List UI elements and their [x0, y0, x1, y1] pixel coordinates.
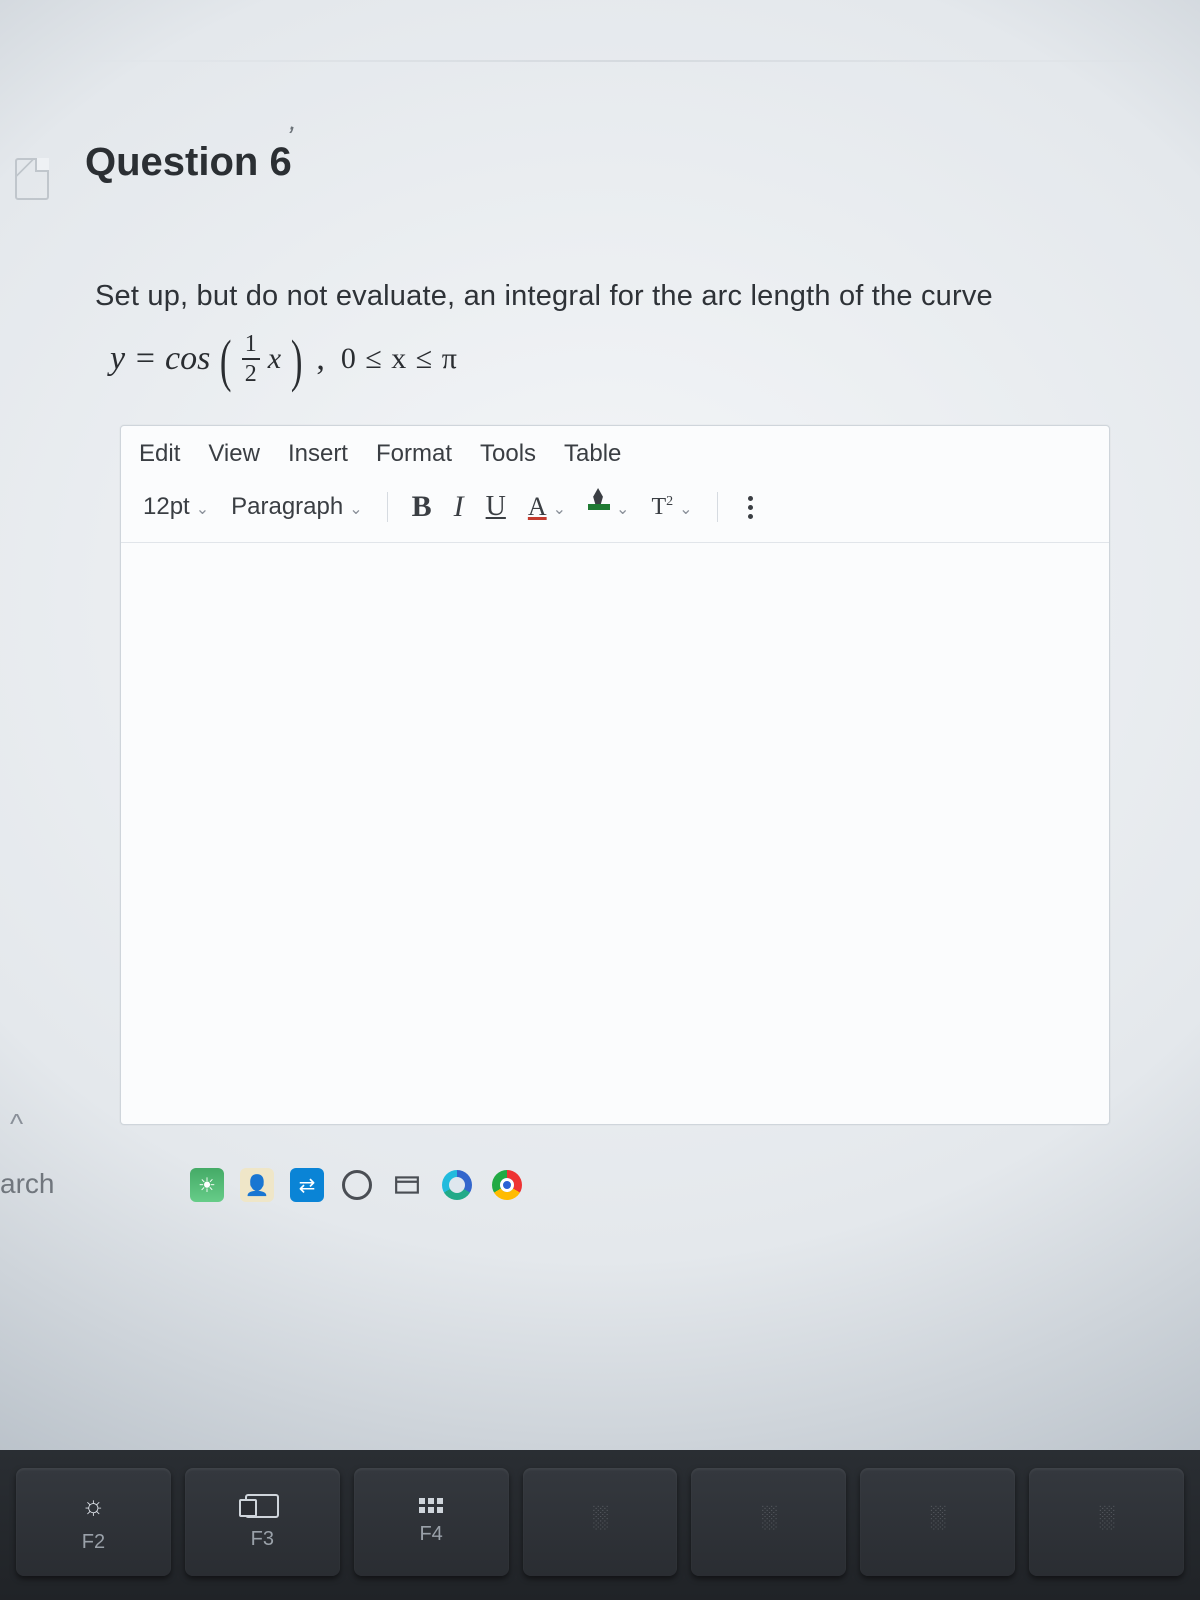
key-f8: ░ — [1029, 1468, 1184, 1576]
rich-text-editor: Edit View Insert Format Tools Table 12pt… — [120, 425, 1110, 1125]
font-size-label: 12pt — [143, 493, 190, 521]
text-color-icon: A — [528, 492, 547, 522]
toolbar-separator — [387, 492, 388, 522]
question-title: Question 6 — [85, 140, 292, 185]
key-f7: ░ — [860, 1468, 1015, 1576]
task-view-svg — [394, 1172, 420, 1198]
key-label: F3 — [251, 1528, 274, 1551]
edge-icon[interactable] — [440, 1168, 474, 1202]
highlight-button[interactable]: ⌄ — [580, 493, 637, 521]
equation-comma: , — [316, 340, 325, 378]
chevron-down-icon: ⌄ — [616, 499, 629, 519]
key-f3: F3 — [185, 1468, 340, 1576]
chevron-down-icon: ⌄ — [349, 499, 362, 519]
equation: y = cos ( 1 2 x ) , 0 ≤ x ≤ π — [110, 332, 458, 386]
text-color-button[interactable]: A ⌄ — [520, 488, 574, 526]
weather-icon[interactable]: ☀ — [190, 1168, 224, 1202]
editor-textarea[interactable] — [121, 543, 1109, 1103]
taskbar-tray: ☀ 👤 ⇄ — [190, 1168, 524, 1202]
chrome-icon[interactable] — [490, 1168, 524, 1202]
italic-button[interactable]: I — [446, 486, 472, 528]
menu-insert[interactable]: Insert — [288, 440, 348, 468]
menu-table[interactable]: Table — [564, 440, 621, 468]
key-label: F4 — [419, 1523, 442, 1546]
news-icon[interactable]: 👤 — [240, 1168, 274, 1202]
fraction-denominator: 2 — [245, 360, 257, 386]
chevron-down-icon: ⌄ — [196, 499, 209, 519]
menu-edit[interactable]: Edit — [139, 440, 180, 468]
key-f2: F2 — [16, 1468, 171, 1576]
brightness-icon — [82, 1490, 106, 1521]
more-tools-button[interactable] — [748, 496, 753, 519]
equation-var: x — [268, 342, 281, 376]
editor-toolbar: 12pt ⌄ Paragraph ⌄ B I U A ⌄ ⌄ T2 ⌄ — [121, 478, 1109, 543]
chevron-down-icon: ⌄ — [553, 499, 566, 519]
app-switch-icon — [245, 1494, 279, 1518]
chevron-down-icon: ⌄ — [679, 499, 692, 519]
bold-button[interactable]: B — [404, 486, 440, 528]
toolbar-separator — [717, 492, 718, 522]
font-size-select[interactable]: 12pt ⌄ — [135, 489, 217, 525]
screen-gleam — [80, 60, 1170, 62]
task-view-icon[interactable] — [390, 1168, 424, 1202]
scroll-caret: ^ — [10, 1108, 23, 1140]
paragraph-style-label: Paragraph — [231, 493, 343, 521]
keyboard-row: F2 F3 F4 ░ ░ ░ ░ — [0, 1450, 1200, 1600]
stray-mark: , — [286, 105, 302, 138]
search-fragment: arch — [0, 1168, 54, 1200]
menu-tools[interactable]: Tools — [480, 440, 536, 468]
key-f6: ░ — [691, 1468, 846, 1576]
key-f5: ░ — [523, 1468, 678, 1576]
fraction: 1 2 — [242, 332, 260, 386]
paragraph-style-select[interactable]: Paragraph ⌄ — [223, 489, 370, 525]
underline-button[interactable]: U — [478, 487, 514, 527]
key-f4: F4 — [354, 1468, 509, 1576]
fraction-numerator: 1 — [242, 332, 260, 360]
equation-lhs: y = cos — [110, 340, 210, 378]
cortana-icon[interactable] — [340, 1168, 374, 1202]
highlighter-icon — [588, 504, 610, 510]
question-prompt: Set up, but do not evaluate, an integral… — [95, 280, 993, 313]
grid-icon — [419, 1498, 443, 1513]
menu-format[interactable]: Format — [376, 440, 452, 468]
superscript-icon: T2 — [651, 494, 673, 521]
editor-menubar: Edit View Insert Format Tools Table — [121, 426, 1109, 478]
superscript-button[interactable]: T2 ⌄ — [643, 490, 700, 525]
key-label: F2 — [82, 1531, 105, 1554]
app-icon[interactable]: ⇄ — [290, 1168, 324, 1202]
menu-view[interactable]: View — [208, 440, 260, 468]
equation-domain: 0 ≤ x ≤ π — [341, 342, 458, 376]
page-icon — [15, 158, 49, 200]
